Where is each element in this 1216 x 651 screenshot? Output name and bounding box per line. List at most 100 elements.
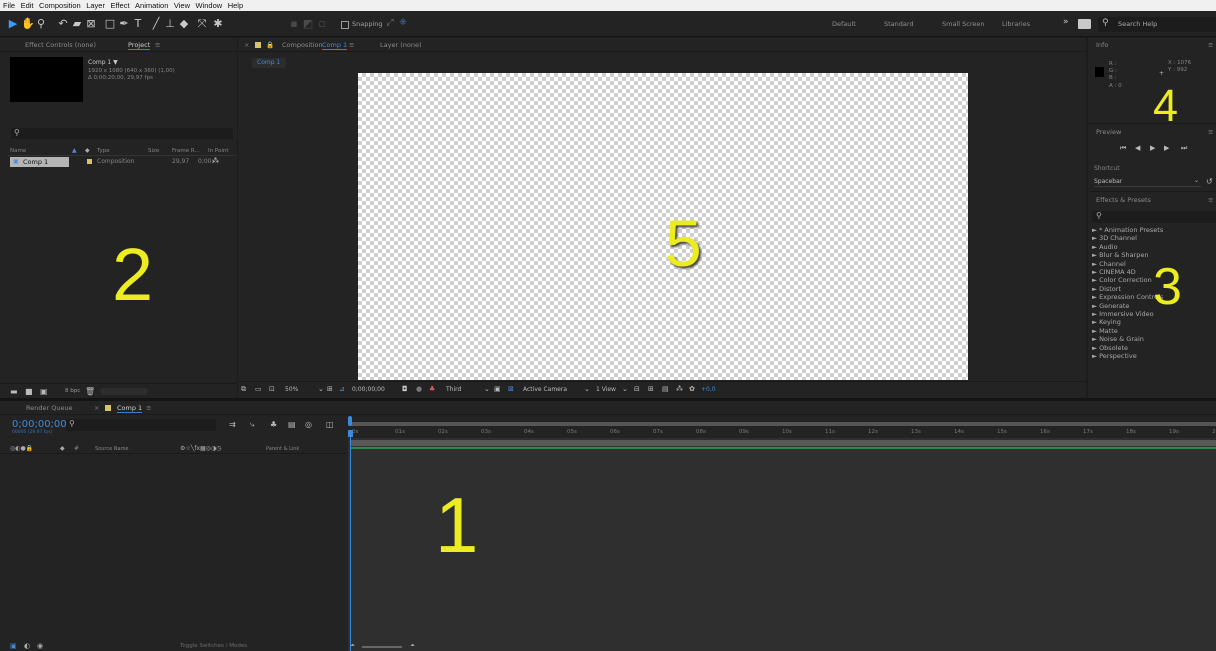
panel-menu-icon[interactable]: ≡ (155, 41, 160, 49)
column-parent-link[interactable]: Parent & Link (266, 446, 299, 452)
tab-render-queue[interactable]: Render Queue (26, 404, 73, 412)
transparency-grid-icon[interactable]: ⊠ (508, 385, 514, 393)
draft-3d-icon[interactable]: ⤷ (250, 420, 254, 430)
previous-frame-icon[interactable]: ◀ (1135, 144, 1140, 152)
navigator-start-handle[interactable] (348, 416, 352, 426)
resolution-dropdown[interactable]: Third (446, 386, 461, 393)
transfer-controls-icon[interactable]: ◐ (24, 642, 30, 650)
workspace-default[interactable]: Default (832, 18, 856, 30)
type-tool-icon[interactable]: T (132, 17, 144, 30)
zoom-slider[interactable] (362, 646, 402, 648)
tab-layer[interactable]: Layer (none) (380, 41, 421, 49)
exposure-value[interactable]: +0,0 (701, 386, 716, 393)
new-folder-icon[interactable]: ■ (25, 387, 33, 396)
menu-view[interactable]: View (171, 0, 193, 11)
shortcut-dropdown[interactable]: Spacebar ⌄ (1094, 176, 1201, 187)
column-type[interactable]: Type (97, 148, 110, 154)
vr-icon[interactable]: ▭ (255, 385, 262, 393)
first-frame-icon[interactable]: ⏮ (1120, 144, 1126, 153)
safe-margins-icon[interactable]: ⊿ (339, 385, 345, 393)
breadcrumb[interactable]: Comp 1 (252, 58, 286, 68)
region-of-interest-icon[interactable]: ▣ (494, 385, 501, 393)
zoom-tool-icon[interactable]: ⚲ (35, 17, 47, 30)
selection-tool-icon[interactable]: ▶ (7, 17, 19, 30)
eraser-tool-icon[interactable]: ◆ (178, 17, 190, 30)
column-in-point[interactable]: In Point (208, 148, 229, 154)
composition-tab-comp[interactable]: Comp 1 (322, 41, 348, 50)
snapshot-icon[interactable]: ◘ (402, 385, 408, 393)
reset-icon[interactable]: ↺ (1206, 177, 1213, 186)
camera-dropdown[interactable]: Active Camera (523, 386, 567, 393)
snapping-checkbox[interactable] (341, 21, 349, 29)
always-preview-icon[interactable]: ⧉ (241, 385, 246, 394)
flowchart-icon[interactable]: ⁂ (212, 157, 219, 165)
time-ruler[interactable]: 0s 01s 02s 03s 04s 05s 06s 07s 08s 09s 10s 11s 12s 13… (348, 428, 1216, 438)
workspace-libraries[interactable]: Libraries (1002, 18, 1030, 30)
time-navigator[interactable]: 0s 01s 02s 03s 04s 05s 06s 07s 08s 09s 10s 11s 12s 13… (348, 416, 1216, 438)
lock-icon[interactable]: 🔒 (266, 41, 274, 49)
menu-animation[interactable]: Animation (132, 0, 171, 11)
tab-project[interactable]: Project (128, 41, 151, 50)
zoom-out-icon[interactable]: ⏶ (350, 642, 355, 650)
tab-effect-controls[interactable]: Effect Controls (none) (25, 41, 96, 49)
menu-layer[interactable]: Layer (83, 0, 107, 11)
trash-icon[interactable]: 🗑 (85, 387, 95, 396)
new-composition-icon[interactable]: ▣ (40, 387, 48, 396)
project-search-input[interactable]: ⚲ (11, 128, 233, 139)
hand-tool-icon[interactable]: ✋ (21, 17, 35, 30)
current-time[interactable]: 0;00;00;00 (12, 419, 67, 430)
panel-menu-icon[interactable]: ≡ (146, 404, 151, 412)
panel-menu-icon[interactable]: ≡ (1208, 128, 1213, 136)
interpret-footage-icon[interactable]: ▬ (10, 387, 18, 396)
work-area-bar[interactable] (350, 422, 1216, 426)
timeline-icon[interactable]: ▤ (662, 385, 669, 393)
clone-stamp-tool-icon[interactable]: ⊥ (164, 17, 176, 30)
pen-tool-icon[interactable]: ✒ (118, 17, 130, 30)
mask-icon[interactable]: ⊡ (269, 385, 275, 393)
render-time-icon[interactable]: ◉ (37, 642, 43, 650)
search-help-field[interactable]: ⚲ Search Help (1098, 17, 1216, 32)
show-snapshot-icon[interactable]: ● (416, 385, 422, 393)
view-layout-dropdown[interactable]: 1 View (596, 386, 616, 393)
rectangle-tool-icon[interactable]: □ (104, 17, 116, 30)
fast-previews-icon[interactable]: ⊞ (648, 385, 654, 393)
current-time-display[interactable]: 0;00;00;00 (352, 386, 385, 393)
graph-editor-icon[interactable]: ◫ (326, 420, 334, 429)
column-size[interactable]: Size (148, 148, 159, 154)
toggle-switches-modes[interactable]: Toggle Switches / Modes (180, 643, 247, 649)
panel-menu-icon[interactable]: ≡ (349, 41, 354, 49)
menu-help[interactable]: Help (225, 0, 246, 11)
menu-effect[interactable]: Effect (107, 0, 132, 11)
bit-depth-button[interactable]: 8 bpc (65, 388, 80, 394)
time-graph-area[interactable]: 0s 01s 02s 03s 04s 05s 06s 07s 08s 09s 10s 11s 12s 13… (348, 416, 1216, 651)
effects-item[interactable]: ► Perspective (1092, 352, 1137, 361)
column-frame-rate[interactable]: Frame R... (172, 148, 200, 154)
reset-exposure-icon[interactable]: ✿ (689, 385, 695, 393)
thumbnail-slider[interactable] (100, 388, 148, 395)
menu-window[interactable]: Window (193, 0, 225, 11)
motion-blur-icon[interactable]: ◎ (305, 420, 312, 429)
roto-brush-tool-icon[interactable]: ⤧ (196, 17, 208, 30)
column-source-name[interactable]: Source Name (95, 446, 129, 452)
panel-menu-icon[interactable]: ≡ (1208, 196, 1213, 204)
playhead-line[interactable] (350, 434, 351, 651)
table-row[interactable]: ▣ Comp 1 Composition 29,97 0;00; ⁂ (8, 157, 237, 167)
camera-tool-icon[interactable]: ▰ (71, 17, 83, 30)
zoom-in-icon[interactable]: ⏶ (410, 642, 415, 650)
composition-tab-label[interactable]: Composition (282, 41, 323, 49)
menu-file[interactable]: File (0, 0, 18, 11)
work-area[interactable] (351, 440, 1216, 446)
play-icon[interactable]: ▶ (1150, 144, 1155, 152)
column-name[interactable]: Name (10, 148, 26, 154)
frame-blending-icon[interactable]: ▤ (288, 420, 296, 429)
tab-comp-1[interactable]: Comp 1 (117, 404, 143, 413)
flowchart-icon[interactable]: ⁂ (676, 385, 683, 393)
workspace-standard[interactable]: Standard (884, 18, 914, 30)
brush-tool-icon[interactable]: ╱ (150, 17, 162, 30)
workspace-icon[interactable] (1078, 19, 1091, 29)
menu-composition[interactable]: Composition (36, 0, 83, 11)
snap-extent-icon[interactable]: ⁜ (397, 17, 409, 30)
fit-icon[interactable]: ⊞ (327, 385, 333, 393)
snap-option-icon[interactable]: ⤢ (384, 17, 396, 30)
comp-mini-flowchart-icon[interactable]: ⇉ (229, 420, 236, 429)
